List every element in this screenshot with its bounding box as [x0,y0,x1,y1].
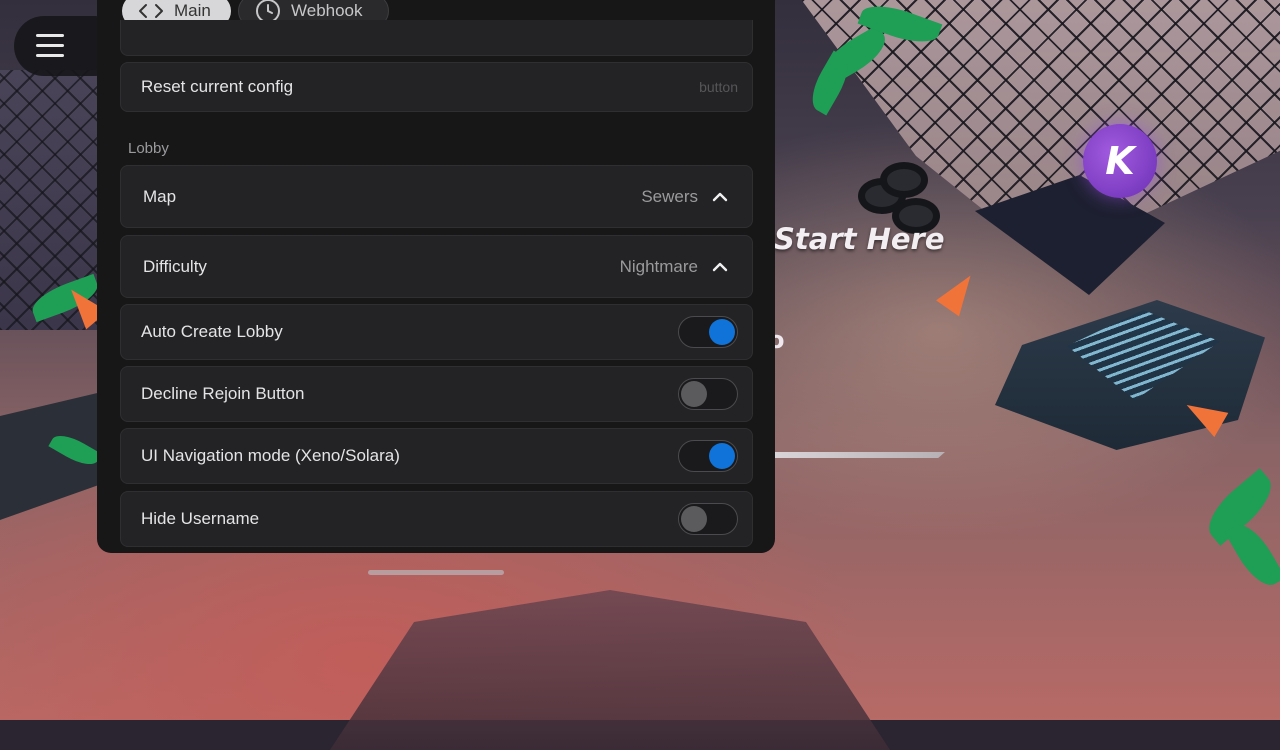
difficulty-label: Difficulty [143,256,207,276]
map-value: Sewers [641,186,698,206]
code-icon [139,4,163,18]
toggle-row-ui-navigation: UI Navigation mode (Xeno/Solara) [120,428,753,484]
tab-webhook-label: Webhook [291,1,363,20]
ui-navigation-toggle[interactable] [678,440,738,472]
map-dropdown[interactable]: Map Sewers [120,165,753,228]
reset-config-button[interactable]: Reset current config button [120,62,753,112]
toggle-row-decline-rejoin: Decline Rejoin Button [120,366,753,422]
chevron-up-icon [712,262,728,271]
section-title-lobby: Lobby [128,140,169,157]
difficulty-value: Nightmare [619,256,698,276]
floor-stripe [775,452,945,458]
reset-config-hint: button [699,79,738,95]
k-logo-icon: K [1105,139,1135,183]
k-logo-badge[interactable]: K [1083,124,1157,198]
toggle-row-hide-username: Hide Username [120,491,753,547]
toggle-row-auto-create-lobby: Auto Create Lobby [120,304,753,360]
map-label: Map [143,186,177,206]
reset-config-label: Reset current config [141,77,294,96]
auto-create-lobby-toggle[interactable] [678,316,738,348]
tire [880,162,928,198]
difficulty-dropdown[interactable]: Difficulty Nightmare [120,235,753,298]
hamburger-menu-icon[interactable] [36,34,64,58]
decline-rejoin-toggle[interactable] [678,378,738,410]
toggle-label: Decline Rejoin Button [141,384,305,403]
start-here-sign: Start Here [774,222,945,256]
cut-off-row [120,20,753,56]
toggle-label: Auto Create Lobby [141,322,283,341]
chevron-up-icon [712,192,728,201]
tab-main-label: Main [174,1,211,20]
toggle-label: UI Navigation mode (Xeno/Solara) [141,446,400,465]
hide-username-toggle[interactable] [678,503,738,535]
panel-drag-handle[interactable] [368,570,504,575]
toggle-label: Hide Username [141,509,260,528]
